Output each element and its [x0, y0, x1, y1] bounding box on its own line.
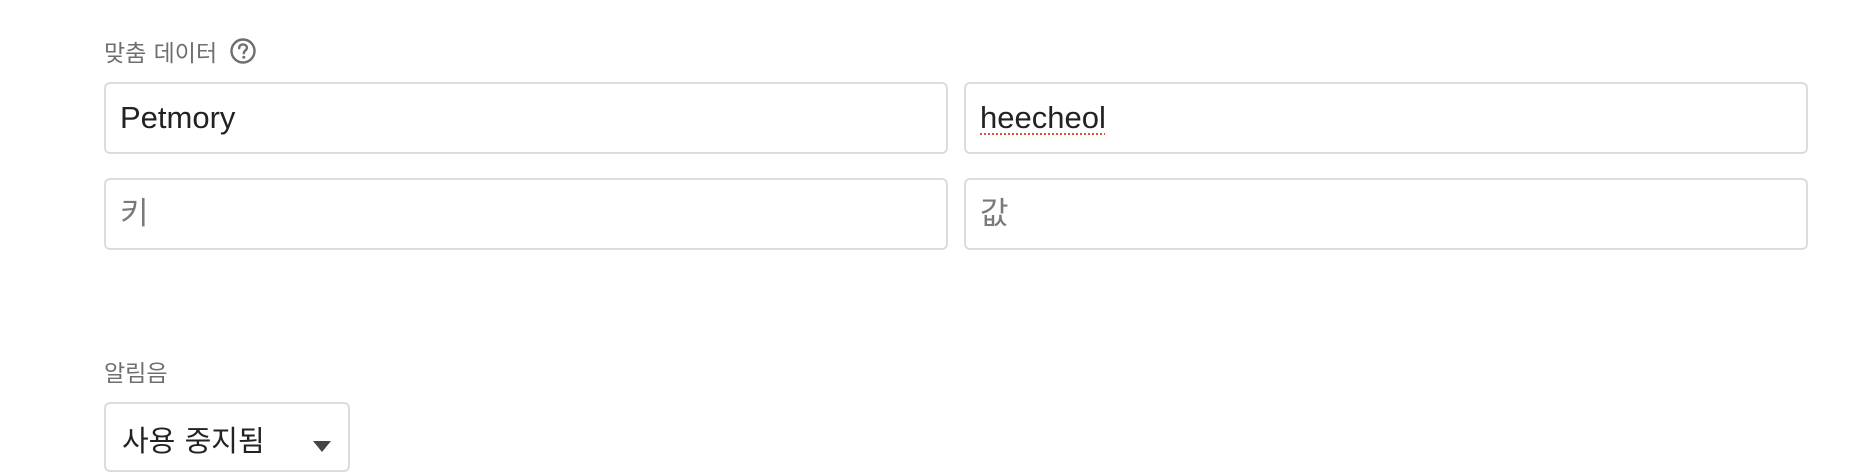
- notification-sound-select[interactable]: 사용 중지됨: [104, 402, 350, 472]
- notification-sound-label: 알림음: [104, 361, 168, 387]
- notification-sound-selected: 사용 중지됨: [122, 424, 265, 458]
- custom-data-label: 맞춤 데이터: [104, 41, 218, 67]
- dropdown-arrow-icon: [310, 430, 334, 452]
- custom-data-key-input-1[interactable]: [120, 100, 932, 136]
- custom-data-key-field-1[interactable]: [104, 82, 948, 154]
- notification-sound-header: 알림음: [104, 354, 167, 388]
- custom-data-value-field-2[interactable]: [964, 178, 1808, 250]
- custom-data-header: 맞춤 데이터: [104, 34, 257, 68]
- help-circle-icon[interactable]: [229, 37, 257, 65]
- custom-data-key-input-2[interactable]: [120, 196, 932, 232]
- custom-data-key-field-2[interactable]: [104, 178, 948, 250]
- custom-data-value-input-2[interactable]: [980, 196, 1792, 232]
- custom-data-value-field-1[interactable]: [964, 82, 1808, 154]
- custom-data-value-input-1[interactable]: [980, 100, 1792, 136]
